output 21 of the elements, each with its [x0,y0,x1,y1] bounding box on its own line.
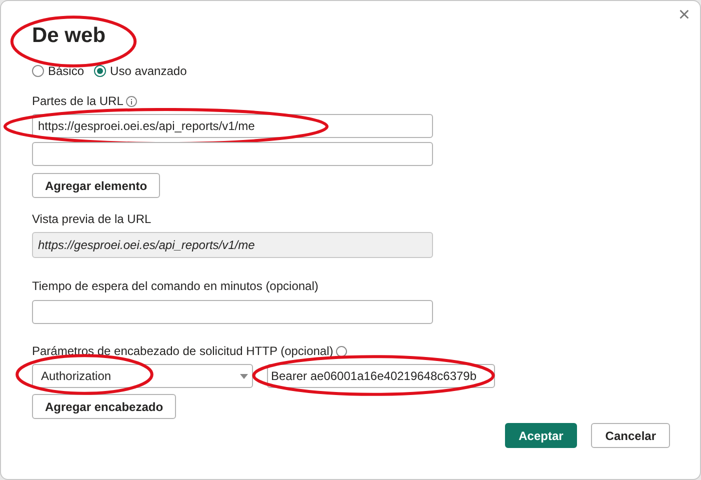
url-preview-field: https://gesproei.oei.es/api_reports/v1/me [32,232,433,258]
url-part-field[interactable] [32,142,433,166]
close-button[interactable]: × [678,5,690,25]
field-label: Parámetros de encabezado de solicitud HTTP (opcional) [32,343,334,360]
field-label: Vista previa de la URL [32,211,152,228]
dialog-title: De web [32,23,106,49]
header-value-field[interactable]: Bearer ae06001a16e40219648c6379b [267,364,495,388]
url-part-field[interactable]: https://gesproei.oei.es/api_reports/v1/me [32,114,433,138]
add-element-button[interactable]: Agregar elemento [32,173,160,198]
cancel-button[interactable]: Cancelar [591,423,670,448]
field-label: Tiempo de espera del comando en minutos (opcional) [32,278,320,295]
field-label: Partes de la URL [32,93,124,110]
accept-button[interactable]: Aceptar [504,423,578,448]
info-icon [126,96,138,106]
header-name-dropdown[interactable]: Authorization [32,364,253,388]
radio-option[interactable]: Básico [32,62,84,80]
info-icon [336,346,348,356]
add-header-button[interactable]: Agregar encabezado [32,394,176,419]
caret-icon [240,374,248,378]
timeout-field[interactable] [32,300,433,324]
radio-option[interactable]: Uso avanzado [94,62,187,80]
